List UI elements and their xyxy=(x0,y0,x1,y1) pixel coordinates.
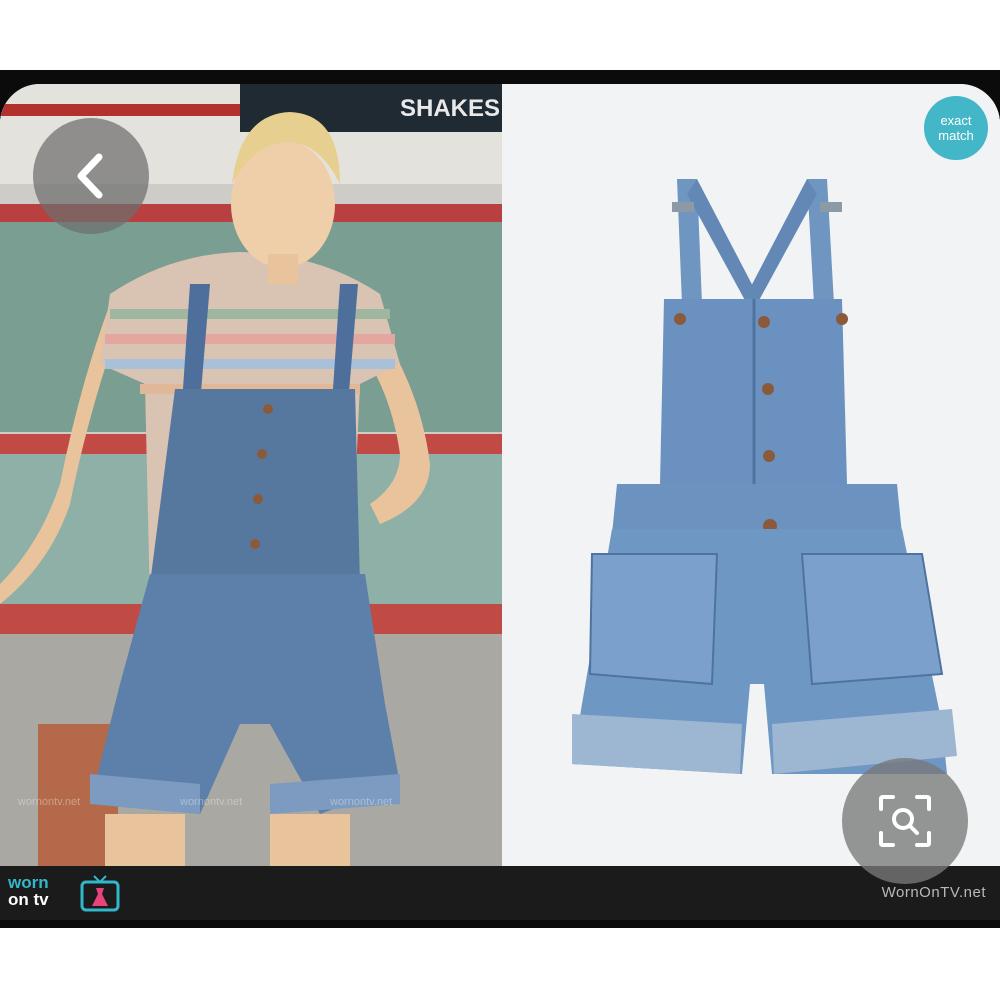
wornontv-logo: worn on tv xyxy=(8,874,130,916)
exact-match-badge: exact match xyxy=(924,96,988,160)
watermark-text: wornontv.net xyxy=(18,796,81,808)
back-button[interactable] xyxy=(33,118,149,234)
site-name: WornOnTV.net xyxy=(881,884,986,901)
watermark-text: wornontv.net xyxy=(180,796,243,808)
product-photo xyxy=(502,84,1000,874)
tv-dress-icon xyxy=(80,875,120,912)
overalls-illustration xyxy=(502,84,1000,874)
logo-line2: on tv xyxy=(8,890,49,909)
watermark-text: wornontv.net xyxy=(330,796,393,808)
visual-search-button[interactable] xyxy=(842,758,968,884)
badge-line2: match xyxy=(938,128,974,143)
logo-line1: worn xyxy=(8,873,49,892)
badge-line1: exact xyxy=(940,113,972,128)
footer-bar: worn on tv WornOnTV.net xyxy=(0,866,1000,920)
chevron-left-icon xyxy=(77,153,103,199)
visual-search-icon xyxy=(879,795,931,847)
image-viewer: SHAKES wornontv.net wornontv.net wornont… xyxy=(0,84,1000,874)
bottom-margin xyxy=(0,928,1000,1000)
sign-text: SHAKES xyxy=(400,95,500,122)
top-margin xyxy=(0,0,1000,70)
